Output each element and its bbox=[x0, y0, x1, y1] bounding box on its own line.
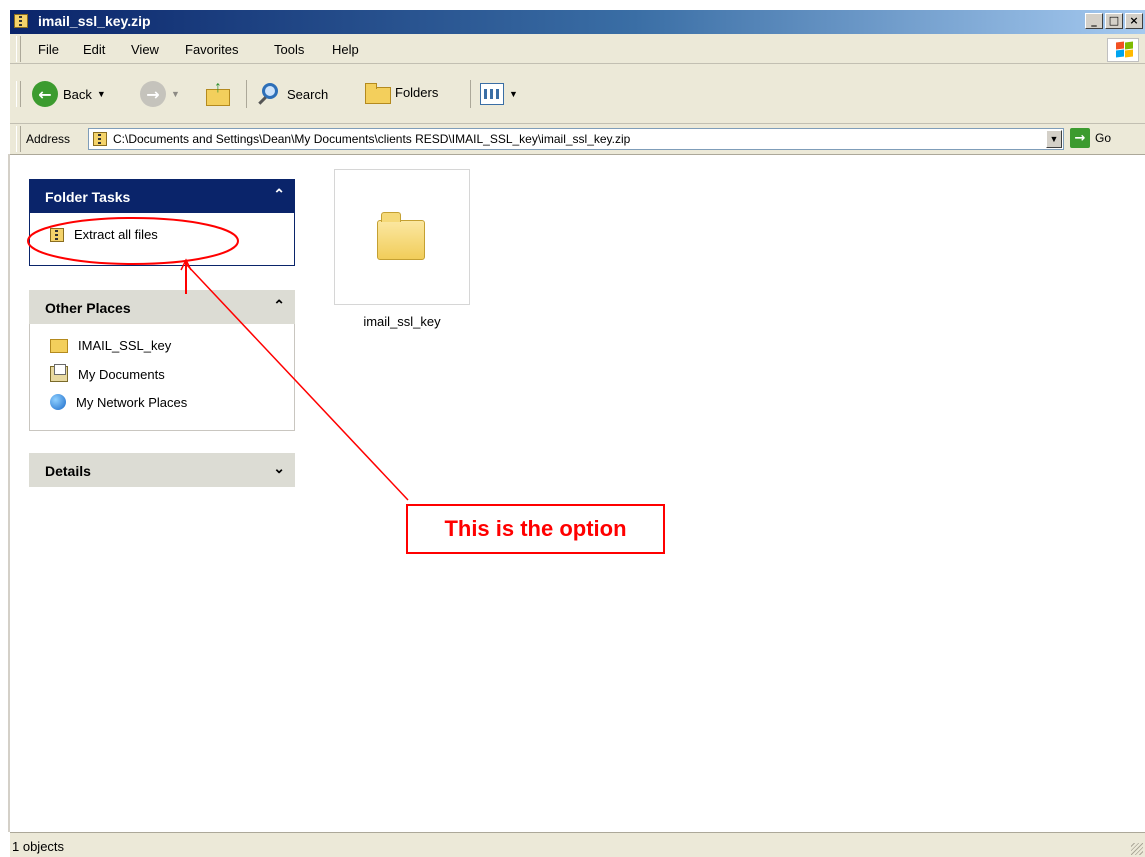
annotation-callout: This is the option bbox=[406, 504, 665, 554]
arrow-line bbox=[185, 263, 409, 501]
highlight-ellipse bbox=[27, 217, 239, 265]
status-text: 1 objects bbox=[12, 839, 65, 854]
resize-grip-icon[interactable] bbox=[1131, 843, 1143, 855]
status-bar: 1 objects bbox=[10, 832, 1145, 857]
annotation-overlay bbox=[27, 217, 409, 501]
annotation-text: This is the option bbox=[444, 516, 627, 541]
